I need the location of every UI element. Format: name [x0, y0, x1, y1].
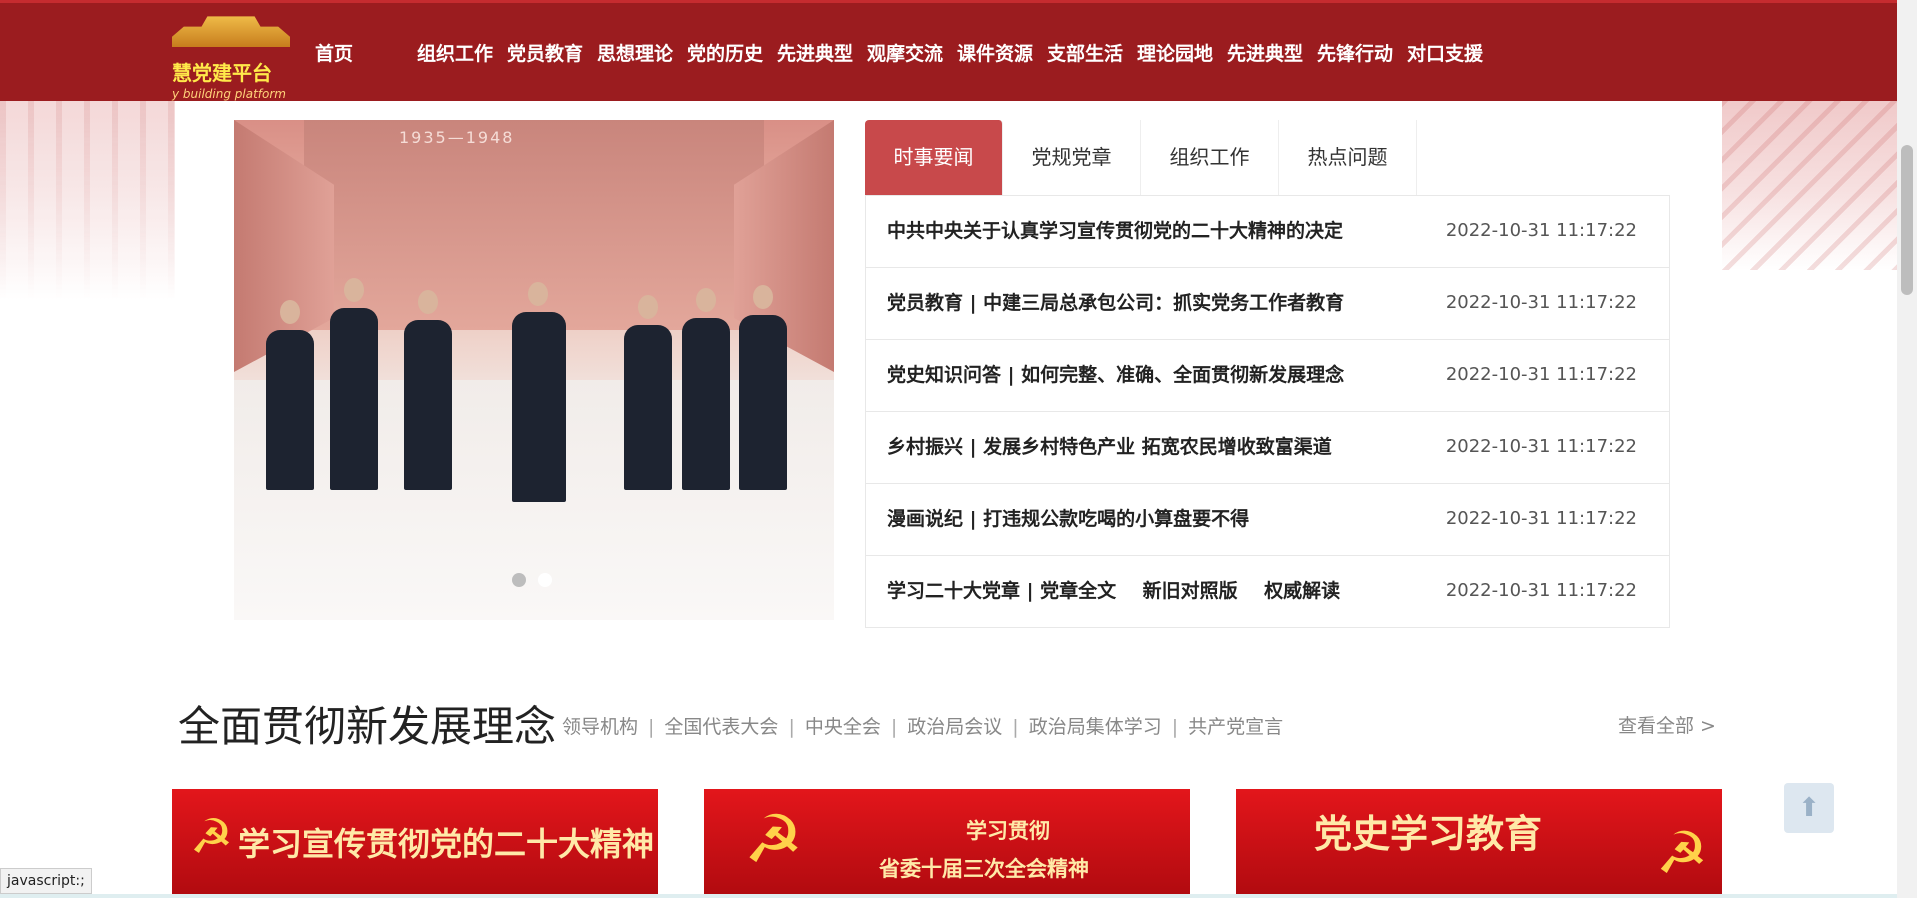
news-item[interactable]: 中共中央关于认真学习宣传贯彻党的二十大精神的决定 2022-10-31 11:1… [866, 196, 1669, 268]
logo-subtitle: y building platform [172, 87, 286, 101]
news-date: 2022-10-31 11:17:22 [1445, 364, 1637, 385]
slider-dot-1[interactable] [512, 573, 526, 587]
tab-organization[interactable]: 组织工作 [1141, 120, 1279, 195]
hammer-sickle-icon: ☭ [190, 809, 234, 865]
banner-party-history[interactable]: ☭ 党史学习教育 [1236, 789, 1722, 898]
link-separator: | [1171, 716, 1179, 738]
banner-provincial-plenary[interactable]: ☭ 学习贯彻 省委十届三次全会精神 [704, 789, 1190, 898]
tiananmen-logo-icon [172, 16, 290, 47]
news-title[interactable]: 学习二十大党章 | 党章全文 新旧对照版 权威解读 [887, 556, 1340, 626]
tab-hot-issues[interactable]: 热点问题 [1279, 120, 1417, 195]
section-link-manifesto[interactable]: 共产党宣言 [1188, 716, 1283, 738]
news-tabs: 时事要闻 党规党章 组织工作 热点问题 [865, 120, 1417, 195]
section-link-plenary[interactable]: 中央全会 [805, 716, 881, 738]
hammer-sickle-icon: ☭ [1656, 819, 1708, 887]
news-item[interactable]: 党员教育 | 中建三局总承包公司：抓实党务工作者教育 2022-10-31 11… [866, 268, 1669, 340]
slider-person-head [280, 300, 300, 324]
slider-person-head [344, 278, 364, 302]
nav-item-party-history[interactable]: 党的历史 [680, 39, 770, 66]
main-nav: 首页 组织工作 党员教育 思想理论 党的历史 先进典型 观摩交流 课件资源 支部… [300, 3, 1490, 101]
browser-status-bar: javascript:; [0, 868, 92, 894]
nav-item-support[interactable]: 对口支援 [1400, 39, 1490, 66]
nav-item-models-2[interactable]: 先进典型 [1220, 39, 1310, 66]
nav-item-models[interactable]: 先进典型 [770, 39, 860, 66]
news-date: 2022-10-31 11:17:22 [1445, 580, 1637, 601]
background-decoration-left [0, 100, 175, 300]
nav-item-theory[interactable]: 思想理论 [590, 39, 680, 66]
link-separator: | [788, 716, 795, 738]
page-scrollbar[interactable] [1897, 0, 1917, 898]
slider-year-inscription: 1935—1948 [399, 128, 515, 147]
link-separator: | [1012, 716, 1019, 738]
slider-person-head [418, 290, 438, 314]
section-link-leadership[interactable]: 领导机构 [562, 716, 638, 738]
nav-item-branch-life[interactable]: 支部生活 [1040, 39, 1130, 66]
banner-20th-congress[interactable]: ☭ 学习宣传贯彻党的二十大精神 [172, 789, 658, 898]
tab-current-affairs[interactable]: 时事要闻 [865, 120, 1003, 195]
slider-person [512, 312, 566, 502]
nav-item-theory-garden[interactable]: 理论园地 [1130, 39, 1220, 66]
banner-text: 学习宣传贯彻党的二十大精神 [238, 825, 655, 863]
news-list: 中共中央关于认真学习宣传贯彻党的二十大精神的决定 2022-10-31 11:1… [865, 195, 1670, 628]
banner-text-line2: 省委十届三次全会精神 [879, 857, 1089, 881]
news-item[interactable]: 乡村振兴 | 发展乡村特色产业 拓宽农民增收致富渠道 2022-10-31 11… [866, 412, 1669, 484]
scrollbar-thumb[interactable] [1901, 145, 1913, 295]
background-decoration-right [1722, 100, 1897, 270]
nav-item-member-education[interactable]: 党员教育 [500, 39, 590, 66]
nav-item-courseware[interactable]: 课件资源 [950, 39, 1040, 66]
news-item[interactable]: 党史知识问答 | 如何完整、准确、全面贯彻新发展理念 2022-10-31 11… [866, 340, 1669, 412]
news-title[interactable]: 党员教育 | 中建三局总承包公司：抓实党务工作者教育 [887, 268, 1344, 338]
news-title[interactable]: 漫画说纪 | 打违规公款吃喝的小算盘要不得 [887, 484, 1249, 554]
nav-item-exchange[interactable]: 观摩交流 [860, 39, 950, 66]
slider-person [739, 315, 787, 490]
back-to-top-button[interactable]: ⬆ [1784, 783, 1834, 833]
slider-person [266, 330, 314, 490]
nav-item-home[interactable]: 首页 [300, 39, 368, 66]
section-links: 领导机构 | 全国代表大会 | 中央全会 | 政治局会议 | 政治局集体学习 | 共产党宣言 [562, 712, 1283, 739]
banner-text: 党史学习教育 [1314, 812, 1543, 856]
slider-person-head [528, 282, 548, 306]
news-item[interactable]: 漫画说纪 | 打违规公款吃喝的小算盘要不得 2022-10-31 11:17:2… [866, 484, 1669, 556]
section-link-national-congress[interactable]: 全国代表大会 [664, 716, 778, 738]
bottom-strip [0, 894, 1897, 898]
banner-text-line1: 学习贯彻 [966, 819, 1050, 843]
news-date: 2022-10-31 11:17:22 [1445, 292, 1637, 313]
hero-slider[interactable]: 1935—1948 [234, 120, 834, 620]
nav-item-vanguard[interactable]: 先锋行动 [1310, 39, 1400, 66]
slider-person-head [638, 295, 658, 319]
nav-item-organization[interactable]: 组织工作 [410, 39, 500, 66]
news-title[interactable]: 党史知识问答 | 如何完整、准确、全面贯彻新发展理念 [887, 340, 1344, 410]
hammer-sickle-icon: ☭ [744, 801, 804, 878]
news-date: 2022-10-31 11:17:22 [1445, 436, 1637, 457]
section-link-politburo-meeting[interactable]: 政治局会议 [907, 716, 1002, 738]
link-separator: | [648, 716, 655, 738]
slider-person [624, 325, 672, 490]
logo-title: 慧党建平台 [172, 61, 272, 85]
view-all-link[interactable]: 查看全部 > [1618, 711, 1716, 738]
arrow-up-icon: ⬆ [1798, 793, 1820, 823]
slider-person [682, 318, 730, 490]
slider-person [330, 308, 378, 490]
section-title: 全面贯彻新发展理念 [178, 702, 557, 751]
news-title[interactable]: 中共中央关于认真学习宣传贯彻党的二十大精神的决定 [887, 196, 1343, 266]
section-link-politburo-study[interactable]: 政治局集体学习 [1029, 716, 1162, 738]
slider-person [404, 320, 452, 490]
news-date: 2022-10-31 11:17:22 [1445, 220, 1637, 241]
slider-dot-2[interactable] [538, 573, 552, 587]
news-panel: 时事要闻 党规党章 组织工作 热点问题 中共中央关于认真学习宣传贯彻党的二十大精… [865, 120, 1670, 628]
header-bar: 慧党建平台 y building platform 首页 组织工作 党员教育 思… [0, 0, 1897, 101]
tab-party-rules[interactable]: 党规党章 [1003, 120, 1141, 195]
news-date: 2022-10-31 11:17:22 [1445, 508, 1637, 529]
link-separator: | [890, 716, 898, 738]
news-item[interactable]: 学习二十大党章 | 党章全文 新旧对照版 权威解读 2022-10-31 11:… [866, 556, 1669, 628]
slider-person-head [696, 288, 716, 312]
news-title[interactable]: 乡村振兴 | 发展乡村特色产业 拓宽农民增收致富渠道 [887, 412, 1332, 482]
slider-person-head [753, 285, 773, 309]
site-logo[interactable]: 慧党建平台 y building platform [172, 13, 290, 103]
